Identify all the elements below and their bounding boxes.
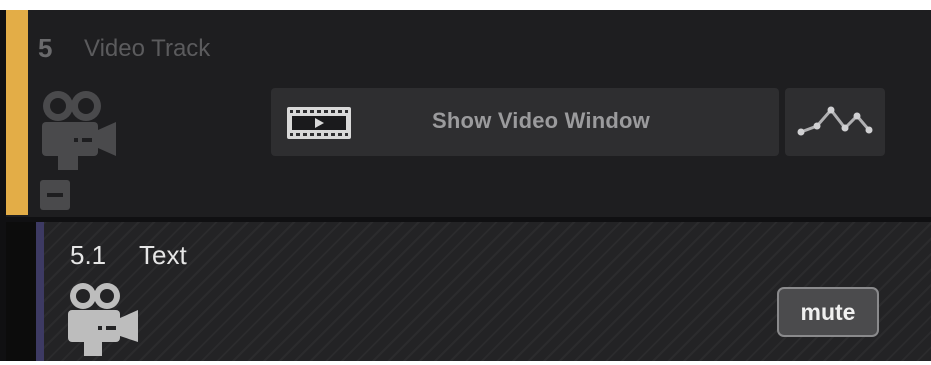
track-color-stripe: [6, 10, 28, 215]
top-border: [0, 0, 931, 10]
subtrack-number: 5.1: [70, 240, 107, 270]
mute-button[interactable]: mute: [777, 287, 879, 337]
show-video-window-label: Show Video Window: [432, 108, 650, 133]
video-camera-icon: [68, 283, 138, 356]
track-number: 5: [38, 33, 53, 63]
subtrack-color-stripe: [36, 222, 44, 362]
editor-frame: 5 Video Track Show Video Window 5.1 Text…: [0, 0, 931, 365]
automation-button[interactable]: [785, 88, 885, 156]
video-track-header[interactable]: 5 Video Track Show Video Window: [6, 10, 931, 220]
film-strip-icon: [287, 107, 351, 139]
text-subtrack-header[interactable]: 5.1 Text mute: [6, 222, 931, 362]
subtrack-name[interactable]: Text: [139, 240, 187, 271]
automation-curve-icon: [797, 106, 873, 136]
track-name[interactable]: Video Track: [84, 35, 210, 63]
collapse-track-button[interactable]: [40, 180, 70, 210]
show-video-window-button[interactable]: Show Video Window: [271, 88, 779, 156]
bottom-border: [0, 361, 931, 365]
video-camera-icon: [42, 91, 116, 170]
